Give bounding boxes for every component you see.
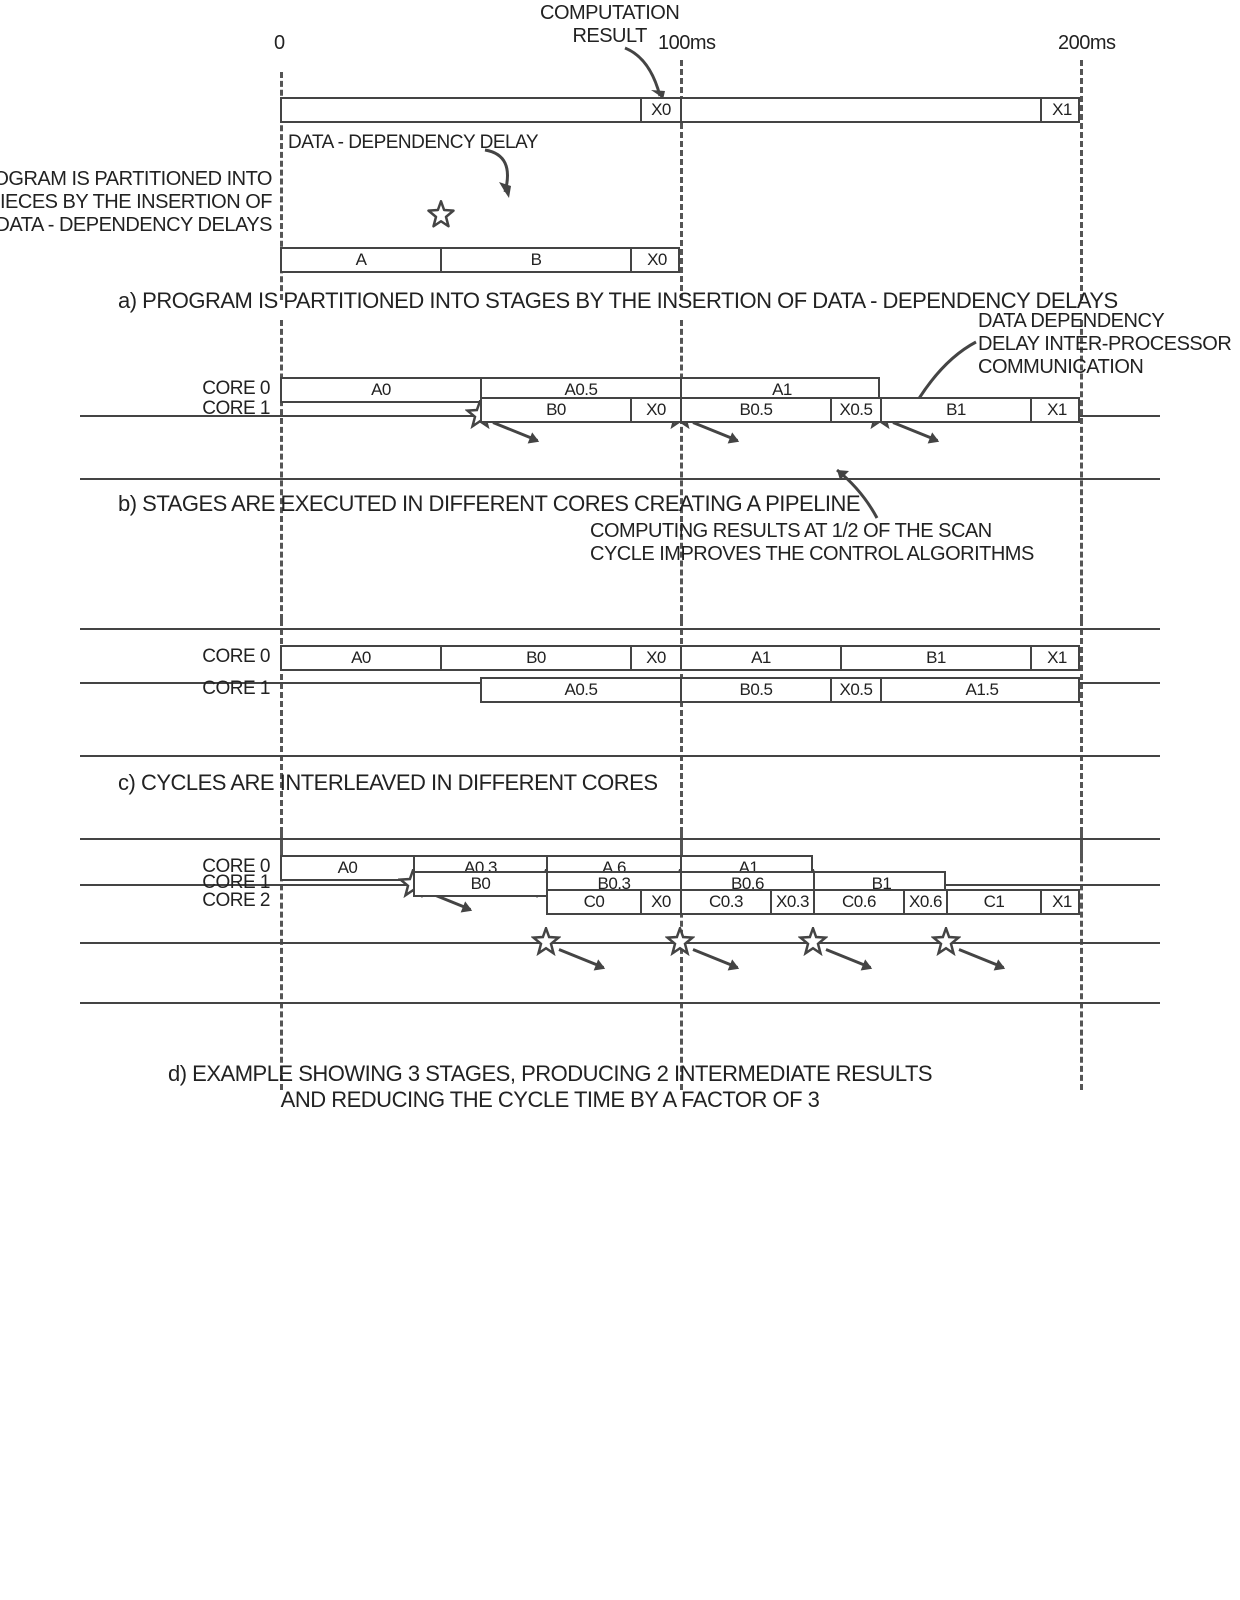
star-icon: [426, 200, 456, 230]
panel-a: 0 100ms 200ms COMPUTATION RESULT X0 X1 D…: [80, 20, 1220, 320]
row-program: A B X0: [280, 240, 1100, 280]
time-200: 200ms: [1058, 32, 1116, 55]
caption-a: a) PROGRAM IS PARTITIONED INTO STAGES BY…: [118, 288, 1118, 314]
label-core1: CORE 1: [80, 398, 270, 420]
callout-partition-side: PROGRAM IS PARTITIONED INTO PIECES BY TH…: [0, 168, 272, 237]
cell-x1: X1: [1050, 99, 1074, 121]
label-core0: CORE 0: [80, 378, 270, 400]
panel-d: CORE 0 A0 A0.3 A.6 A1 CORE 1: [80, 830, 1220, 1130]
time-0: 0: [274, 32, 285, 55]
caption-b: b) STAGES ARE EXECUTED IN DIFFERENT CORE…: [118, 491, 860, 517]
callout-ipc: DATA DEPENDENCY DELAY INTER-PROCESSOR CO…: [978, 310, 1231, 379]
callout-half-cycle: COMPUTING RESULTS AT 1/2 OF THE SCAN CYC…: [590, 520, 1034, 566]
figure: 0 100ms 200ms COMPUTATION RESULT X0 X1 D…: [80, 20, 1220, 1130]
caption-c: c) CYCLES ARE INTERLEAVED IN DIFFERENT C…: [118, 770, 658, 796]
row-result: X0 X1: [280, 90, 1100, 130]
label-core0: CORE 0: [80, 646, 270, 668]
callout-computation-result: COMPUTATION RESULT: [540, 2, 679, 48]
cell-x0: X0: [649, 99, 673, 121]
panel-b: DATA DEPENDENCY DELAY INTER-PROCESSOR CO…: [80, 320, 1220, 620]
caption-d: d) EXAMPLE SHOWING 3 STAGES, PRODUCING 2…: [168, 1061, 932, 1113]
label-core1: CORE 1: [80, 678, 270, 700]
panel-c: CORE 0 A0 B0 X0 A1 B1 X1 CORE 1 A0.5 B0.: [80, 620, 1220, 860]
